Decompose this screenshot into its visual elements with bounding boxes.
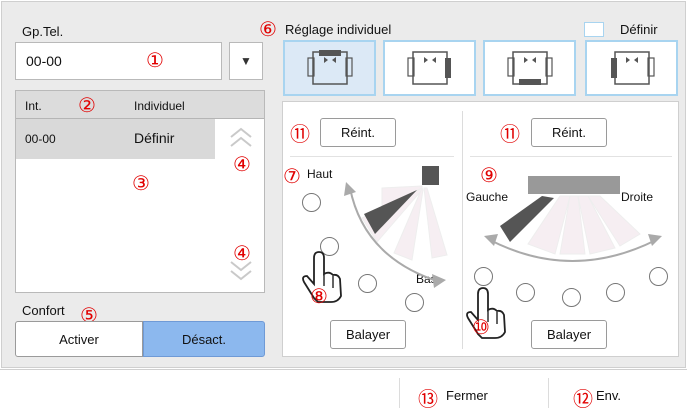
callout-6: ⑥ — [259, 17, 277, 41]
confort-off-button[interactable]: Désact. — [143, 321, 265, 357]
position-button-1[interactable] — [283, 40, 376, 96]
callout-12: ⑫ — [573, 387, 593, 411]
close-button[interactable]: Fermer — [446, 388, 488, 403]
vertical-swing-button[interactable]: Balayer — [330, 320, 406, 349]
confort-title: Confort — [22, 303, 65, 318]
callout-11-right: ⑪ — [500, 122, 520, 146]
unit-position-4-icon — [610, 51, 655, 85]
unit-position-2-icon — [406, 51, 451, 85]
table-row[interactable]: 00-00 Définir — [16, 119, 215, 159]
unit-position-3-icon — [506, 51, 553, 85]
callout-2: ② — [78, 93, 96, 117]
table-header: Int. Individuel — [16, 91, 264, 119]
row-individual: Définir — [134, 130, 175, 146]
chevron-up-icon[interactable] — [228, 127, 254, 149]
triangle-down-icon: ▼ — [240, 54, 252, 68]
vertical-position-3[interactable] — [358, 274, 377, 293]
horizontal-swing-button[interactable]: Balayer — [531, 320, 607, 349]
left-separator — [290, 156, 454, 157]
send-button[interactable]: Env. — [596, 388, 621, 403]
horizontal-position-4[interactable] — [606, 283, 625, 302]
callout-4-down: ④ — [233, 241, 251, 265]
position-button-3[interactable] — [483, 40, 576, 96]
col-individual-header: Individuel — [134, 99, 185, 113]
horizontal-reset-button[interactable]: Réint. — [531, 118, 607, 147]
callout-4-up: ④ — [233, 152, 251, 176]
col-int-header: Int. — [25, 99, 42, 113]
vertical-reset-button[interactable]: Réint. — [320, 118, 396, 147]
position-button-4[interactable] — [585, 40, 678, 96]
vertical-position-1[interactable] — [302, 193, 321, 212]
row-int: 00-00 — [25, 132, 56, 146]
callout-8: ⑧ — [310, 284, 328, 308]
position-button-2[interactable] — [383, 40, 476, 96]
footer-divider-2 — [548, 378, 549, 408]
define-checkbox[interactable] — [584, 22, 604, 37]
horizontal-swing-diagram — [484, 176, 662, 262]
group-field[interactable]: 00-00 — [15, 42, 222, 80]
callout-10: ⑩ — [472, 315, 490, 339]
group-value: 00-00 — [26, 53, 62, 69]
confort-on-button[interactable]: Activer — [15, 321, 143, 357]
group-dropdown-button[interactable]: ▼ — [229, 42, 263, 80]
define-label: Définir — [620, 22, 658, 37]
callout-13: ⑬ — [418, 387, 438, 411]
vertical-position-4[interactable] — [405, 293, 424, 312]
horizontal-position-2[interactable] — [516, 283, 535, 302]
callout-1: ① — [146, 48, 164, 72]
callout-3: ③ — [132, 171, 150, 195]
horizontal-position-3[interactable] — [562, 288, 581, 307]
group-title: Gp.Tel. — [22, 24, 64, 39]
individual-title: Réglage individuel — [285, 22, 392, 37]
footer-divider-1 — [399, 378, 400, 408]
callout-11-left: ⑪ — [290, 122, 310, 146]
right-separator — [470, 156, 672, 157]
horizontal-position-5[interactable] — [649, 267, 668, 286]
unit-position-1-icon — [306, 50, 353, 85]
